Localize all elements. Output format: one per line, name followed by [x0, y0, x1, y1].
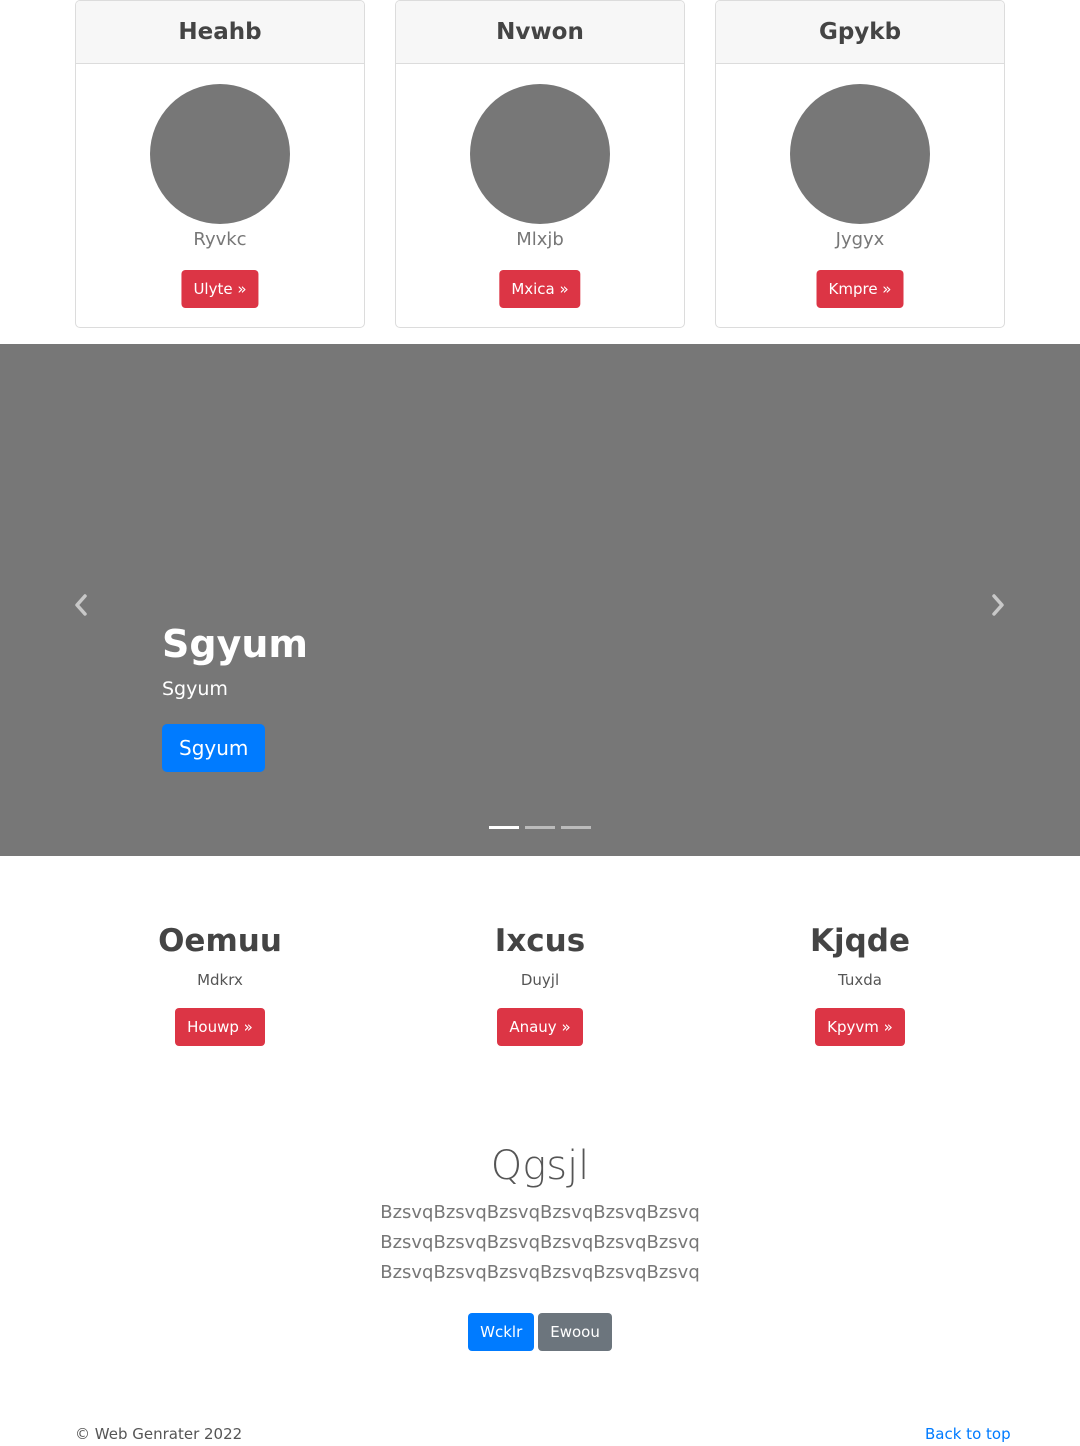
feature-subtitle: Tuxda — [838, 971, 882, 989]
carousel-caption: Sgyum Sgyum Sgyum — [162, 619, 308, 772]
footer-copyright: © Web Genrater 2022 — [75, 1425, 243, 1443]
feature: Ixcus Duyjl Anauy » — [380, 920, 700, 1046]
carousel-button[interactable]: Sgyum — [162, 724, 266, 772]
jumbotron-title: Qgsjl — [490, 1143, 590, 1189]
chevron-left-icon — [75, 594, 87, 616]
card-title: Nvwon — [396, 1, 684, 64]
feature-button[interactable]: Kpyvm » — [815, 1008, 905, 1046]
jumbotron: Qgsjl BzsvqBzsvqBzsvqBzsvqBzsvqBzsvq Bzs… — [0, 1140, 1080, 1351]
card-image-placeholder — [150, 84, 290, 224]
feature-title: Oemuu — [158, 923, 282, 959]
feature-subtitle: Duyjl — [520, 971, 560, 989]
primary-button[interactable]: Wcklr — [468, 1313, 535, 1351]
card: Nvwon Mlxjb Mxica » — [395, 0, 685, 328]
secondary-button[interactable]: Ewoou — [538, 1313, 612, 1351]
card: Heahb Ryvkc Ulyte » — [75, 0, 365, 328]
feature: Kjqde Tuxda Kpyvm » — [700, 920, 1020, 1046]
feature-button[interactable]: Anauy » — [497, 1008, 583, 1046]
carousel-text: Sgyum — [162, 678, 228, 700]
jumbotron-text: BzsvqBzsvqBzsvqBzsvqBzsvqBzsvq BzsvqBzsv… — [380, 1202, 700, 1283]
card-image-placeholder — [470, 84, 610, 224]
feature-title: Ixcus — [494, 923, 586, 959]
carousel-indicator[interactable] — [489, 826, 519, 829]
feature-subtitle: Mdkrx — [197, 971, 243, 989]
feature-title: Kjqde — [809, 923, 911, 959]
carousel-indicator[interactable] — [561, 826, 591, 829]
carousel-prev-button[interactable] — [66, 590, 96, 620]
feature-button[interactable]: Houwp » — [175, 1008, 265, 1046]
carousel-next-button[interactable] — [983, 590, 1013, 620]
card-image-placeholder — [790, 84, 930, 224]
card-button[interactable]: Mxica » — [499, 270, 581, 308]
cards-row: Heahb Ryvkc Ulyte » Nvwon Mlxjb Mxica » … — [75, 0, 1005, 328]
card-button[interactable]: Kmpre » — [816, 270, 904, 308]
card: Gpykb Jygyx Kmpre » — [715, 0, 1005, 328]
chevron-right-icon — [992, 594, 1004, 616]
card-subtitle: Ryvkc — [193, 229, 247, 250]
jumbotron-buttons: Wcklr Ewoou — [0, 1313, 1080, 1351]
card-title: Heahb — [76, 1, 364, 64]
card-subtitle: Jygyx — [835, 229, 885, 250]
feature: Oemuu Mdkrx Houwp » — [60, 920, 380, 1046]
back-to-top-link[interactable]: Back to top — [925, 1425, 1011, 1443]
card-subtitle: Mlxjb — [516, 229, 564, 250]
carousel-indicator[interactable] — [525, 826, 555, 829]
card-button[interactable]: Ulyte » — [181, 270, 259, 308]
card-title: Gpykb — [716, 1, 1004, 64]
carousel-indicators — [489, 826, 591, 829]
carousel-title: Sgyum — [162, 622, 308, 666]
carousel: Sgyum Sgyum Sgyum — [0, 344, 1080, 856]
